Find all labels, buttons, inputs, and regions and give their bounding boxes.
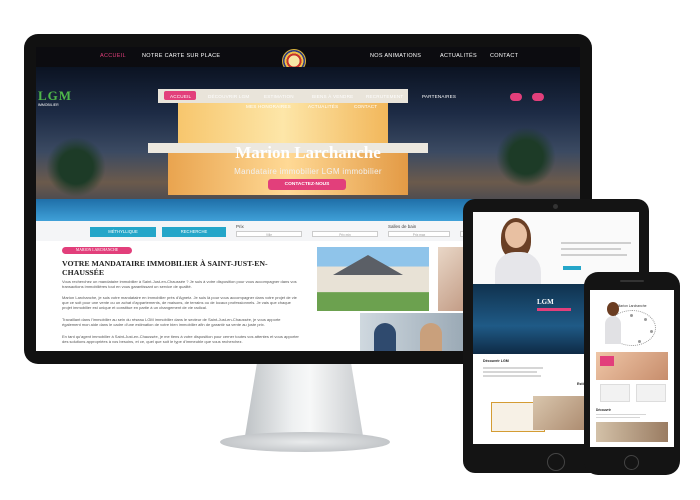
- menu-item-actualites[interactable]: ACTUALITÉS: [308, 104, 338, 109]
- menu-item-biens[interactable]: BIENS À VENDRE: [312, 94, 353, 99]
- nav-item-contact[interactable]: CONTACT: [490, 53, 518, 59]
- hero-banner: LGM IMMOBILIER ACCUEIL DÉCOUVRIR LGM EST…: [36, 67, 580, 221]
- menu-item-accueil[interactable]: ACCUEIL: [170, 94, 191, 99]
- home-button-icon: [547, 453, 565, 471]
- phone-title: Marion Larchanche: [617, 304, 647, 308]
- lgm-logo[interactable]: LGM IMMOBILIER: [38, 87, 96, 109]
- woman-photo: [604, 302, 622, 344]
- phone-icon[interactable]: [532, 93, 544, 101]
- text-line: [596, 414, 646, 415]
- intro-paragraph: Travaillant dans l'immobilier au sein du…: [62, 317, 281, 327]
- text-line: [483, 371, 537, 373]
- mail-icon[interactable]: [510, 93, 522, 101]
- contact-us-button[interactable]: CONTACTEZ-NOUS: [268, 179, 346, 190]
- nav-item-carte[interactable]: NOTRE CARTE SUR PLACE: [142, 53, 220, 59]
- text-line: [561, 254, 627, 256]
- price-label: Prix: [236, 224, 244, 229]
- nav-item-actualites[interactable]: ACTUALITÉS: [440, 53, 477, 59]
- speaker-icon: [620, 280, 644, 282]
- price-min-input[interactable]: Prix min: [312, 231, 378, 237]
- intro-paragraph: En tant qu'agent immobilier à Saint-Just…: [62, 334, 299, 344]
- hero-subtitle: Mandataire immobilier LGM immobilier: [234, 167, 382, 176]
- imac-stand-base: [220, 432, 390, 452]
- section-pill-label: MARION LARCHANCHE: [62, 247, 132, 254]
- menu-item-honoraires[interactable]: MES HONORAIRES: [246, 104, 291, 109]
- hero-title: Marion Larchanche: [235, 143, 381, 162]
- woman-photo: [487, 218, 547, 284]
- imac-stand: [245, 364, 363, 436]
- menu-item-contact[interactable]: CONTACT: [354, 104, 377, 109]
- nav-item-animations[interactable]: NOS ANIMATIONS: [370, 53, 421, 59]
- phone-photo: [596, 422, 668, 442]
- house-photo: [317, 247, 429, 311]
- search-type-button[interactable]: MÉTHYLLIQUE: [90, 227, 156, 237]
- meeting-photo: [360, 313, 465, 351]
- tablet-logo: LGM: [537, 298, 554, 306]
- home-button-icon: [624, 455, 639, 470]
- top-navigation-bar: ACCUEIL NOTRE CARTE SUR PLACE NOS ANIMAT…: [36, 47, 580, 73]
- phone-screen: Marion Larchanche Découvrir: [590, 290, 674, 447]
- nav-item-accueil[interactable]: ACCUEIL: [100, 53, 126, 59]
- menu-item-recrutement[interactable]: RECRUTEMENT: [366, 94, 403, 99]
- phone-section-title: Découvrir: [596, 408, 611, 412]
- tablet-section-title: Découvrir LGM: [483, 359, 509, 363]
- search-button[interactable]: RECHERCHE: [162, 227, 226, 237]
- city-input[interactable]: Ville: [236, 231, 302, 237]
- phone-card[interactable]: [636, 384, 666, 402]
- intro-paragraph: Vous recherchez un mandataire immobilier…: [62, 279, 297, 289]
- price-max-input[interactable]: Prix max: [388, 231, 450, 237]
- intro-paragraph: Marion Larchanche, je suis votre mandata…: [62, 295, 297, 310]
- phone-card[interactable]: [600, 384, 630, 402]
- accent-bar: [537, 308, 571, 311]
- bathrooms-label: Salles de bain: [388, 224, 417, 229]
- section-title: VOTRE MANDATAIRE IMMOBILIER À SAINT-JUST…: [62, 259, 268, 277]
- accent-block: [600, 356, 614, 366]
- camera-icon: [553, 204, 558, 209]
- tablet-cta-button[interactable]: [563, 266, 581, 270]
- text-line: [483, 375, 541, 377]
- text-line: [561, 248, 621, 250]
- device-mockup-stage: ACCUEIL NOTRE CARTE SUR PLACE NOS ANIMAT…: [0, 0, 700, 500]
- menu-item-estimation[interactable]: ESTIMATION: [264, 94, 294, 99]
- menu-item-partenaires[interactable]: PARTENAIRES: [422, 94, 456, 99]
- text-line: [483, 367, 543, 369]
- text-line: [561, 242, 631, 244]
- text-line: [596, 417, 640, 418]
- menu-item-decouvrir[interactable]: DÉCOUVRIR LGM: [208, 94, 249, 99]
